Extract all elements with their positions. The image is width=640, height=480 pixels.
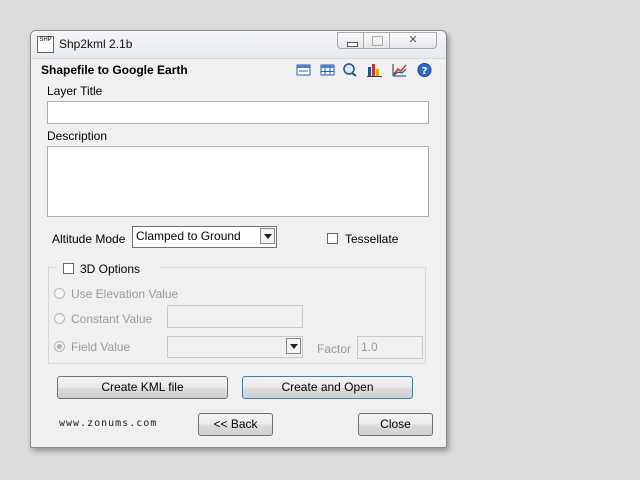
factor-label: Factor [317, 342, 352, 356]
layer-title-input[interactable] [47, 101, 429, 124]
maximize-button [363, 32, 390, 49]
close-button[interactable]: Close [358, 413, 433, 436]
altitude-mode-value: Clamped to Ground [136, 229, 241, 243]
grid-icon[interactable] [320, 63, 335, 77]
zonums-logo: www.zonums.com [59, 418, 158, 429]
use-elevation-label: Use Elevation Value [71, 287, 179, 301]
field-value-select[interactable] [167, 336, 303, 358]
3d-options-checkbox[interactable] [63, 263, 74, 274]
help-icon[interactable]: ? [417, 63, 432, 77]
use-elevation-radio[interactable] [54, 288, 65, 299]
back-button[interactable]: << Back [198, 413, 273, 436]
constant-value-input[interactable] [167, 305, 303, 328]
window-close-button[interactable]: ✕ [389, 32, 437, 49]
chart-line-icon[interactable] [392, 63, 407, 77]
app-icon: SHP [37, 36, 54, 53]
create-and-open-button[interactable]: Create and Open [242, 376, 413, 399]
title-bar[interactable]: SHP Shp2kml 2.1b ✕ [31, 31, 446, 59]
constant-value-radio[interactable] [54, 313, 65, 324]
tessellate-checkbox[interactable] [327, 233, 338, 244]
description-textarea[interactable] [47, 146, 429, 217]
description-label: Description [47, 129, 108, 143]
minimize-icon [347, 42, 358, 47]
chart-bar-icon[interactable] [367, 63, 382, 77]
chevron-down-icon[interactable] [286, 338, 301, 354]
table-icon[interactable] [296, 63, 311, 77]
app-window: SHP Shp2kml 2.1b ✕ Shapefile to Google E… [30, 30, 447, 448]
field-value-radio[interactable] [54, 341, 65, 352]
window-title: Shp2kml 2.1b [59, 37, 133, 51]
zoom-icon[interactable] [342, 63, 357, 77]
field-value-label: Field Value [71, 340, 131, 354]
factor-input[interactable]: 1.0 [357, 336, 423, 359]
altitude-mode-label: Altitude Mode [52, 232, 126, 246]
svg-text:?: ? [422, 66, 428, 77]
3d-options-label: 3D Options [80, 262, 141, 276]
altitude-mode-select[interactable]: Clamped to Ground [132, 226, 277, 248]
constant-value-label: Constant Value [71, 312, 153, 326]
header-title: Shapefile to Google Earth [41, 63, 188, 77]
maximize-icon [372, 36, 383, 46]
minimize-button[interactable] [337, 32, 364, 49]
create-kml-button[interactable]: Create KML file [57, 376, 228, 399]
chevron-down-icon[interactable] [260, 228, 275, 244]
tessellate-label: Tessellate [345, 232, 399, 246]
layer-title-label: Layer Title [47, 84, 103, 98]
factor-value: 1.0 [361, 340, 378, 354]
close-icon: ✕ [408, 34, 418, 46]
